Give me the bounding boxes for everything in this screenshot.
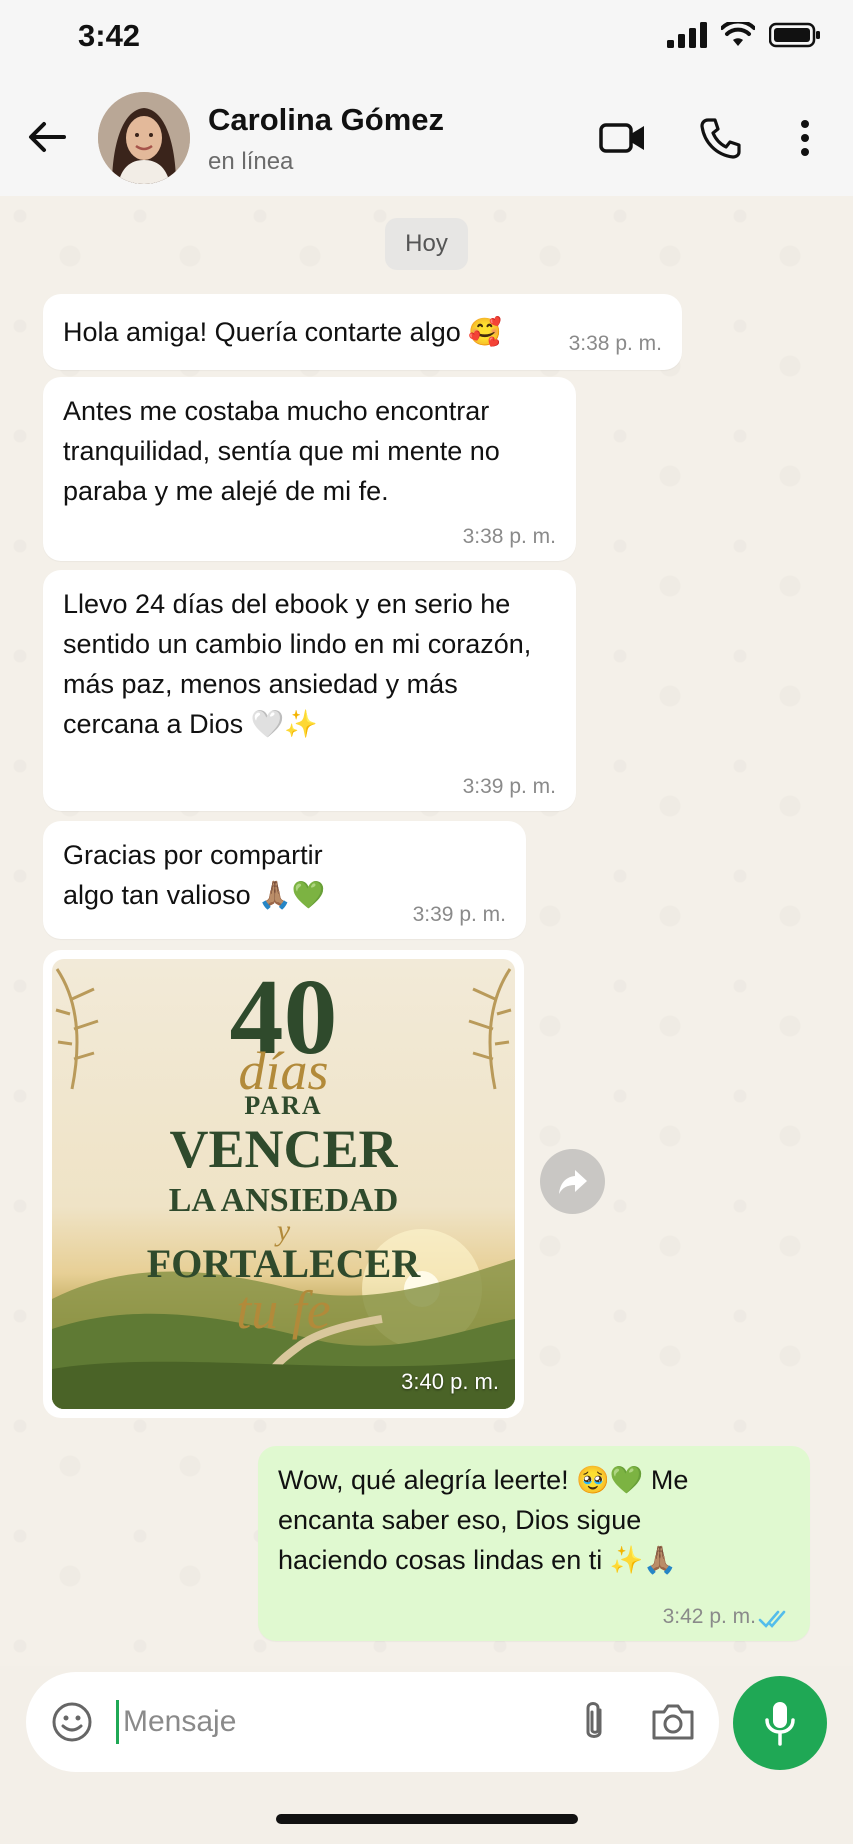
contact-name[interactable]: Carolina Gómez	[208, 102, 444, 138]
avatar[interactable]	[98, 92, 190, 184]
message-bubble-incoming[interactable]: Antes me costaba mucho encontrar tranqui…	[43, 377, 576, 561]
voice-call-button[interactable]	[696, 114, 744, 162]
signal-icon	[667, 22, 707, 48]
more-options-button[interactable]	[790, 114, 820, 162]
message-bubble-outgoing[interactable]: Wow, qué alegría leerte! 🥹💚 Me encanta s…	[258, 1446, 810, 1641]
video-camera-icon	[599, 123, 644, 153]
message-bubble-incoming[interactable]: Hola amiga! Quería contarte algo 🥰 3:38 …	[43, 294, 682, 370]
status-bar: 3:42	[0, 0, 853, 80]
ebook-cover-image[interactable]: 40 días PARA VENCER LA ANSIEDAD y FORTAL…	[52, 959, 515, 1409]
status-icons	[667, 22, 821, 48]
message-time: 3:39 p. m.	[412, 903, 506, 926]
read-receipt-icon	[758, 1610, 786, 1628]
paperclip-icon[interactable]	[572, 1698, 616, 1746]
home-indicator[interactable]	[276, 1814, 578, 1824]
message-text: Wow, qué alegría leerte! 🥹💚 Me encanta s…	[278, 1465, 689, 1575]
date-chip: Hoy	[385, 218, 468, 270]
phone-icon	[700, 118, 741, 159]
back-arrow-icon[interactable]	[24, 114, 70, 160]
chat-screen: 3:42 Carolina Gómez en línea Hoy Hola am…	[0, 0, 853, 1844]
message-text: Hola amiga! Quería contarte algo 🥰	[63, 317, 502, 347]
wifi-icon	[721, 22, 755, 46]
message-bubble-incoming[interactable]: Gracias por compartir algo tan valioso 🙏…	[43, 821, 526, 939]
message-text: Antes me costaba mucho encontrar tranqui…	[63, 396, 500, 506]
message-composer	[26, 1672, 719, 1772]
message-time: 3:39 p. m.	[462, 775, 556, 798]
image-message[interactable]: 40 días PARA VENCER LA ANSIEDAD y FORTAL…	[43, 950, 524, 1418]
more-vertical-icon	[801, 120, 809, 156]
contact-status: en línea	[208, 148, 294, 175]
message-text: Gracias por compartir algo tan valioso 🙏…	[63, 840, 326, 910]
message-text: Llevo 24 días del ebook y en serio he se…	[63, 589, 532, 739]
forward-icon	[558, 1169, 587, 1194]
cover-word-vencer: VENCER	[169, 1119, 398, 1179]
chat-header: Carolina Gómez en línea	[0, 80, 853, 196]
camera-icon[interactable]	[650, 1700, 696, 1744]
forward-button[interactable]	[540, 1149, 605, 1214]
status-time: 3:42	[78, 18, 141, 53]
message-bubble-incoming[interactable]: Llevo 24 días del ebook y en serio he se…	[43, 570, 576, 811]
emoji-icon[interactable]	[50, 1700, 94, 1744]
message-time: 3:38 p. m.	[462, 525, 556, 548]
message-time: 3:38 p. m.	[568, 332, 662, 355]
voice-record-button[interactable]	[733, 1676, 827, 1770]
battery-icon	[769, 22, 820, 48]
cover-word-tufe: tu fe	[236, 1280, 331, 1340]
message-input[interactable]	[116, 1700, 476, 1744]
video-call-button[interactable]	[598, 114, 648, 162]
image-message-time: 3:40 p. m.	[401, 1369, 499, 1394]
message-time: 3:42 p. m.	[662, 1605, 756, 1628]
cover-word-para: PARA	[244, 1091, 323, 1120]
microphone-icon	[765, 1702, 795, 1746]
